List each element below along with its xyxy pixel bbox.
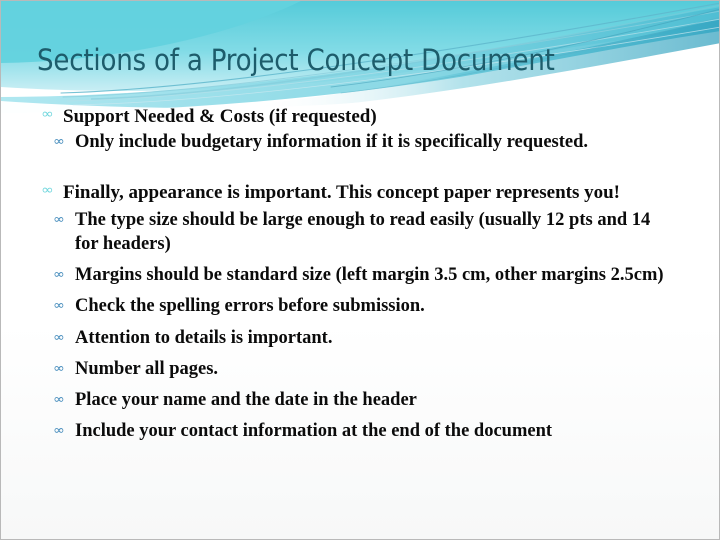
list-item-text: Finally, appearance is important. This c… bbox=[63, 181, 621, 203]
list-item-text: Support Needed & Costs (if requested) bbox=[63, 106, 377, 127]
spacer bbox=[1, 155, 719, 181]
list-item: ∞ Support Needed & Costs (if requested) bbox=[41, 105, 675, 129]
slide-body: ∞ Support Needed & Costs (if requested) … bbox=[1, 105, 719, 445]
slide-canvas: Sections of a Project Concept Document ∞… bbox=[0, 0, 720, 540]
list-item: ∞ The type size should be large enough t… bbox=[53, 209, 675, 256]
spacer bbox=[1, 320, 719, 327]
list-item: ∞ Check the spelling errors before submi… bbox=[53, 295, 675, 318]
list-item: ∞ Margins should be standard size (left … bbox=[53, 264, 675, 287]
list-item-text: Include your contact information at the … bbox=[75, 421, 553, 442]
list-item: ∞ Only include budgetary information if … bbox=[53, 131, 675, 154]
spacer bbox=[1, 351, 719, 358]
list-item-text: The type size should be large enough to … bbox=[75, 210, 651, 254]
spacer bbox=[1, 257, 719, 264]
bullet-ornament-icon: ∞ bbox=[53, 360, 65, 375]
list-item-text: Attention to details is important. bbox=[75, 327, 333, 348]
slide-title: Sections of a Project Concept Document bbox=[37, 43, 555, 77]
spacer bbox=[1, 413, 719, 420]
bullet-ornament-icon: ∞ bbox=[53, 392, 65, 407]
list-item: ∞ Place your name and the date in the he… bbox=[53, 389, 675, 412]
bullet-list: ∞ Support Needed & Costs (if requested) … bbox=[1, 105, 719, 444]
bullet-ornament-icon: ∞ bbox=[41, 182, 54, 198]
bullet-ornament-icon: ∞ bbox=[53, 266, 65, 281]
list-item: ∞ Include your contact information at th… bbox=[53, 420, 675, 443]
spacer bbox=[1, 382, 719, 389]
bullet-ornament-icon: ∞ bbox=[53, 329, 65, 344]
bullet-ornament-icon: ∞ bbox=[53, 298, 65, 313]
bullet-ornament-icon: ∞ bbox=[53, 133, 65, 148]
list-item: ∞ Attention to details is important. bbox=[53, 327, 675, 350]
list-item-text: Check the spelling errors before submiss… bbox=[75, 296, 425, 317]
spacer bbox=[1, 288, 719, 295]
bullet-ornament-icon: ∞ bbox=[53, 423, 65, 438]
list-item-text: Place your name and the date in the head… bbox=[75, 390, 417, 411]
bullet-ornament-icon: ∞ bbox=[53, 212, 65, 227]
bullet-ornament-icon: ∞ bbox=[41, 107, 54, 122]
list-item-text: Number all pages. bbox=[75, 358, 219, 379]
list-item: ∞ Number all pages. bbox=[53, 358, 675, 381]
list-item: ∞ Finally, appearance is important. This… bbox=[41, 181, 675, 205]
list-item-text: Only include budgetary information if it… bbox=[75, 131, 589, 152]
list-item-text: Margins should be standard size (left ma… bbox=[75, 264, 664, 285]
